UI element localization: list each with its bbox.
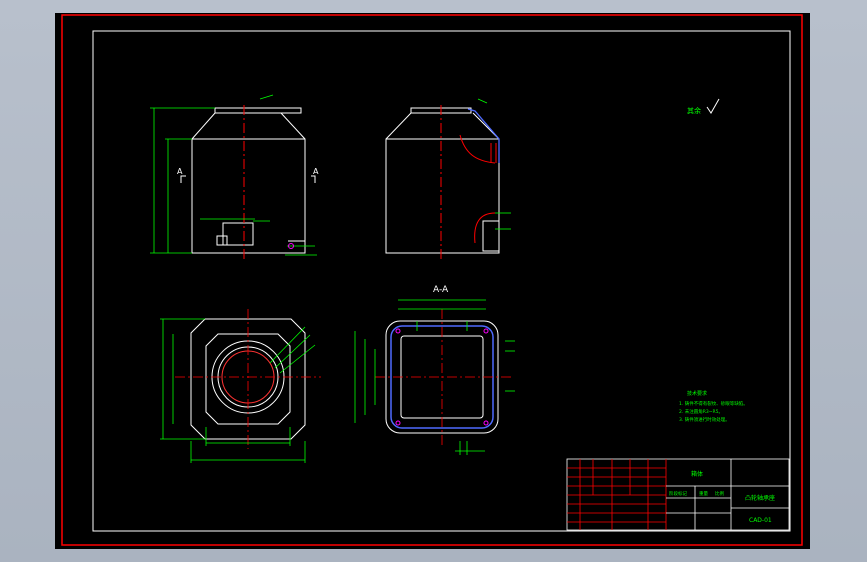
title-stage-label: 阶段标记: [669, 490, 687, 497]
drawing-sheet: A A A-A 其余 技术要求 1. 铸件不得有裂纹、砂眼等缺陷。 2. 未注圆…: [55, 13, 810, 549]
front-dimensions: [150, 94, 317, 256]
section-cut-marks: [180, 175, 316, 183]
tech-note-1: 1. 铸件不得有裂纹、砂眼等缺陷。: [679, 400, 748, 407]
tech-note-3: 3. 铸件须进行时效处理。: [679, 416, 730, 423]
section-label: A-A: [433, 285, 449, 295]
roughness-note: 其余: [687, 106, 701, 115]
side-section-hatch: [459, 134, 497, 244]
top-view-dimensions: [160, 318, 316, 463]
outer-frame: [61, 14, 803, 546]
side-view: [385, 107, 500, 254]
roughness-symbol: [706, 98, 720, 114]
top-view-centerlines: [175, 309, 321, 449]
tech-note-2: 2. 未注圆角R3~R5。: [679, 408, 723, 415]
title-part-name: 箱体: [691, 470, 703, 478]
title-scale-label: 比例: [715, 490, 724, 497]
title-drawing-number: CAD-01: [749, 517, 772, 524]
title-drawing-name: 凸轮轴承座: [745, 494, 775, 502]
cut-label-left: A: [177, 167, 183, 176]
tech-notes-title: 技术要求: [687, 390, 707, 397]
side-hidden-lines: [467, 108, 500, 163]
title-weight-label: 重量: [699, 490, 708, 497]
cut-label-right: A: [313, 167, 319, 176]
side-dimensions: [477, 98, 511, 230]
cad-drawing: A A A-A 其余 技术要求 1. 铸件不得有裂纹、砂眼等缺陷。 2. 未注圆…: [61, 14, 803, 546]
front-view: [191, 107, 306, 254]
